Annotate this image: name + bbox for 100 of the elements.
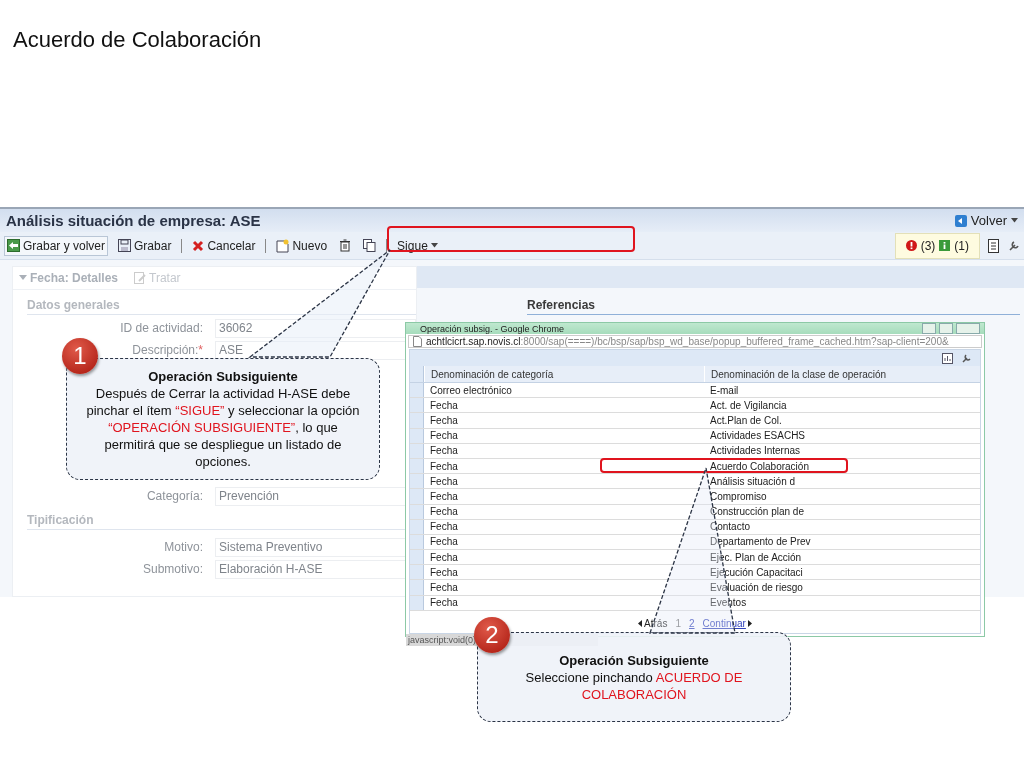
table-cell-text: Compromiso	[709, 489, 768, 504]
row-selector[interactable]	[410, 550, 424, 565]
menu-button[interactable]: Sigue	[395, 236, 440, 255]
caret-icon	[1011, 218, 1018, 223]
close-icon	[192, 239, 205, 252]
error-icon	[905, 240, 917, 251]
table-row[interactable]: Fecha Construcción plan de	[410, 504, 980, 520]
new-document-icon	[276, 238, 290, 253]
close-button[interactable]	[956, 323, 980, 334]
table-cell-text: Departamento de Prev	[709, 535, 812, 550]
info-count: (1)	[954, 238, 969, 253]
page-title: Análisis situación de empresa: ASE	[6, 212, 261, 229]
page-link[interactable]: 2	[689, 618, 695, 630]
toolbar-button[interactable]: Grabar	[116, 236, 174, 255]
table-cell-text: Fecha	[429, 505, 459, 519]
table-cell-text: Act. de Vigilancia	[709, 398, 788, 413]
page-icon	[413, 336, 422, 347]
table-cell-text: Fecha	[429, 565, 459, 580]
back-link[interactable]: Atrás	[638, 618, 668, 630]
column-header[interactable]: Denominación de la clase de operación	[704, 366, 980, 382]
table-row[interactable]: Fecha Ejecución Capacitaci	[410, 565, 980, 581]
document-icon[interactable]	[988, 238, 1000, 253]
table-cell-text: Análisis situación d	[709, 474, 797, 489]
save-icon	[7, 239, 20, 252]
row-selector[interactable]	[410, 474, 424, 489]
table-row[interactable]: Fecha Ejec. Plan de Acción	[410, 550, 980, 566]
table-cell-text: Eventos	[709, 596, 748, 610]
maximize-button[interactable]	[939, 323, 953, 334]
back-icon	[954, 214, 967, 227]
group-title: Datos generales	[27, 298, 416, 315]
table-cell-text: Actividades Internas	[709, 444, 802, 458]
table-cell-text: Construcción plan de	[709, 505, 805, 519]
table-cell-text: Fecha	[429, 429, 459, 443]
error-count: (3)	[920, 238, 936, 253]
column-header[interactable]: Denominación de categoría	[424, 366, 704, 382]
table-row[interactable]: Fecha Evaluación de riesgo	[410, 580, 980, 596]
group-title: Referencias	[527, 298, 1020, 315]
toolbar-button[interactable]	[361, 237, 379, 254]
wrench-icon[interactable]	[961, 352, 972, 364]
next-link[interactable]: Continuar	[702, 618, 752, 630]
table-row[interactable]: Correo electrónico E-mail	[410, 383, 980, 399]
row-selector[interactable]	[410, 413, 424, 428]
copy-icon	[363, 239, 377, 252]
edit-icon	[134, 272, 147, 284]
table-cell-text: Fecha	[429, 489, 459, 504]
row-selector[interactable]	[410, 580, 424, 595]
callout-title: Operación Subsiguiente	[559, 651, 709, 669]
wrench-icon[interactable]	[1008, 239, 1020, 252]
field-label: Descripción:*	[132, 343, 203, 357]
select-all-cell[interactable]	[410, 366, 424, 382]
callout-text: Después de Cerrar la actividad H-ASE debe pinchar el ítem “SIGUE” y seleccionar la opción “OPERACIÓN SUBSIGUIENTE”, lo que permitirá que se despliegue un listado de opciones.	[85, 385, 361, 470]
right-arrow-icon	[747, 620, 752, 628]
row-selector[interactable]	[410, 398, 424, 413]
minimize-button[interactable]	[922, 323, 936, 334]
table-row[interactable]: Fecha Contacto	[410, 519, 980, 535]
table-cell-text: Fecha	[429, 413, 459, 428]
table-row[interactable]: Fecha Acuerdo Colaboración	[410, 458, 980, 475]
table-row[interactable]: Fecha Análisis situación d	[410, 474, 980, 490]
callout-text: Seleccione pinchando ACUERDO DE COLABORACIÓN	[524, 668, 744, 703]
table-cell-text: Fecha	[429, 550, 459, 565]
toolbar-button[interactable]: Cancelar	[190, 236, 258, 255]
table-cell-text: Correo electrónico	[429, 383, 513, 398]
toolbar-button[interactable]: Nuevo	[274, 236, 330, 255]
table-cell-text: Contacto	[709, 520, 752, 534]
table-row[interactable]: Fecha Departamento de Prev	[410, 534, 980, 551]
field-label: ID de actividad:	[120, 321, 203, 335]
field-label: Motivo:	[164, 540, 203, 554]
table-cell-text: Fecha	[429, 535, 459, 550]
trash-icon	[339, 239, 352, 252]
field-label: Submotivo:	[142, 562, 203, 576]
caret-icon	[430, 243, 438, 248]
info-icon	[939, 240, 951, 251]
address-bar[interactable]: achtlcicrt.sap.novis.cl:8000/sap(====)/bc/bsp/sap/bsp_wd_base/popup_buffered_frame_cached.htm?sap-client=200&	[408, 335, 982, 348]
table-cell-text: Fecha	[429, 520, 459, 534]
callout-title: Operación Subsiguiente	[148, 368, 298, 385]
table-cell-text: Evaluación de riesgo	[709, 581, 804, 595]
table-cell-text: Actividades ESACHS	[709, 429, 807, 443]
back-button[interactable]: Volver	[954, 213, 1018, 228]
field-label: Categoría:	[146, 489, 203, 503]
row-selector[interactable]	[410, 489, 424, 504]
table-row[interactable]: Fecha Eventos	[410, 595, 980, 611]
table-row[interactable]: Fecha Act.Plan de Col.	[410, 413, 980, 429]
caret-icon[interactable]	[19, 275, 27, 281]
table-row[interactable]: Fecha Act. de Vigilancia	[410, 398, 980, 414]
table-row[interactable]: Fecha Actividades ESACHS	[410, 428, 980, 444]
table-row[interactable]: Fecha Compromiso	[410, 489, 980, 505]
table-cell-text: E-mail	[709, 383, 740, 398]
table-cell-text: Act.Plan de Col.	[709, 413, 783, 428]
table-cell-text: Fecha	[429, 596, 459, 610]
table-cell-text: Acuerdo Colaboración	[709, 459, 810, 474]
chart-icon[interactable]	[942, 352, 953, 364]
input-field[interactable]: 36062	[215, 318, 416, 338]
slide-title: Acuerdo de Colaboración	[13, 27, 262, 53]
floppy-icon	[118, 239, 132, 252]
table-cell-text: Fecha	[429, 444, 459, 458]
toolbar-button[interactable]: Grabar y volver	[4, 235, 109, 256]
table-row[interactable]: Fecha Actividades Internas	[410, 443, 980, 459]
row-selector[interactable]	[410, 383, 424, 398]
table-cell-text: Fecha	[429, 581, 459, 595]
row-selector[interactable]	[410, 565, 424, 580]
